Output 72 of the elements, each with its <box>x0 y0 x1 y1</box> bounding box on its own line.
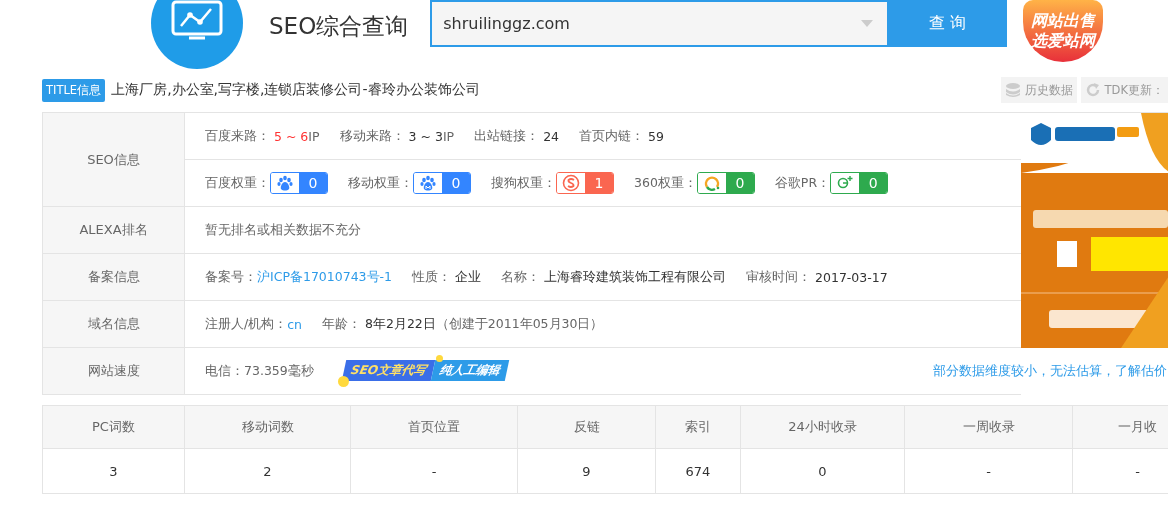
field-label: 移动权重： <box>348 174 413 192</box>
rank-badge: 0 <box>413 172 471 194</box>
field-value: 2017-03-17 <box>815 269 888 285</box>
column-header: 首页位置 <box>351 406 518 448</box>
page-title: SEO综合查询 <box>269 12 409 41</box>
toolbar-button[interactable]: 历史数据 <box>1000 77 1077 103</box>
row-label: 备案信息 <box>43 254 185 300</box>
field-label: 备案号： <box>205 268 257 286</box>
table-cell: - <box>351 449 518 493</box>
column-header: 24小时收录 <box>741 406 905 448</box>
table-cell: - <box>905 449 1073 493</box>
paw-icon <box>277 175 293 191</box>
search-button[interactable]: 查 询 <box>887 0 1008 47</box>
field-label: 谷歌PR： <box>774 174 831 192</box>
field-label: 首页内链： <box>579 127 645 145</box>
field-unit: IP <box>442 128 455 144</box>
column-header: 一月收 <box>1073 406 1168 448</box>
field-link[interactable]: cn <box>287 316 302 332</box>
column-header: PC词数 <box>43 406 185 448</box>
field-value: 5 ~ 6 <box>274 128 309 144</box>
field-label: 注册人/机构： <box>205 315 288 333</box>
info-text: 暂无排名或相关数据不充分 <box>205 221 361 239</box>
field-label: 移动来路： <box>339 127 405 145</box>
field-label: 百度来路： <box>205 127 270 145</box>
rank-badge: 0 <box>830 172 889 194</box>
table-cell: 0 <box>741 449 905 493</box>
field-value: 企业 <box>455 268 482 286</box>
database-icon <box>1004 82 1021 98</box>
field-value: 上海睿玲建筑装饰工程有限公司 <box>544 268 727 286</box>
row-label: ALEXA排名 <box>43 207 185 253</box>
ring-icon <box>702 174 721 192</box>
field-value: 3 ~ 3 <box>408 128 443 144</box>
field-unit: IP <box>308 128 320 144</box>
table-cell: 9 <box>518 449 656 493</box>
field-value: 8年2月22日 <box>365 315 436 333</box>
field-label: 搜狗权重： <box>491 174 556 192</box>
row-label: 网站速度 <box>43 348 185 394</box>
field-label: 性质： <box>412 268 452 286</box>
rank-badge: 0 <box>696 172 755 194</box>
field-label: 百度权重： <box>205 174 270 192</box>
row-label: SEO信息 <box>43 113 185 206</box>
field-unit: （创建于2011年05月30日） <box>435 315 604 333</box>
field-link[interactable]: 沪ICP备17010743号-1 <box>257 268 393 286</box>
field-label: 审核时间： <box>746 268 812 286</box>
promo-banner[interactable]: SEO文章代写 纯人工编辑 <box>337 355 513 387</box>
circled-s-icon <box>562 174 580 192</box>
info-text: 电信：73.359毫秒 <box>205 362 314 380</box>
promo-logo[interactable]: 网站出售 选爱站网 <box>1023 0 1104 62</box>
field-label: 年龄： <box>322 315 361 333</box>
table-cell: 3 <box>43 449 185 493</box>
column-header: 反链 <box>518 406 656 448</box>
title-badge: TITLE信息 <box>42 78 106 102</box>
column-header: 索引 <box>656 406 741 448</box>
row-label: 域名信息 <box>43 301 185 347</box>
rank-badge: 0 <box>270 172 328 194</box>
column-header: 移动词数 <box>185 406 351 448</box>
field-label: 360权重： <box>634 174 697 192</box>
paw-icon <box>420 175 436 191</box>
site-title: 上海厂房,办公室,写字楼,连锁店装修公司-睿玲办公装饰公司 <box>111 81 480 99</box>
field-value: 24 <box>543 128 560 144</box>
table-cell: 674 <box>656 449 741 493</box>
search-field[interactable]: shruilinggz.com <box>430 0 888 47</box>
rank-badge: 1 <box>556 172 614 194</box>
field-value: 59 <box>648 128 664 144</box>
field-label: 名称： <box>501 268 541 286</box>
field-label: 出站链接： <box>474 127 540 145</box>
refresh-icon <box>1084 82 1101 98</box>
column-header: 一周收录 <box>905 406 1073 448</box>
table-cell: 2 <box>185 449 351 493</box>
estimate-link[interactable]: 部分数据维度较小，无法估算，了解估价 <box>933 362 1167 380</box>
table-cell: - <box>1073 449 1168 493</box>
toolbar-button[interactable]: TDK更新： <box>1080 77 1168 103</box>
